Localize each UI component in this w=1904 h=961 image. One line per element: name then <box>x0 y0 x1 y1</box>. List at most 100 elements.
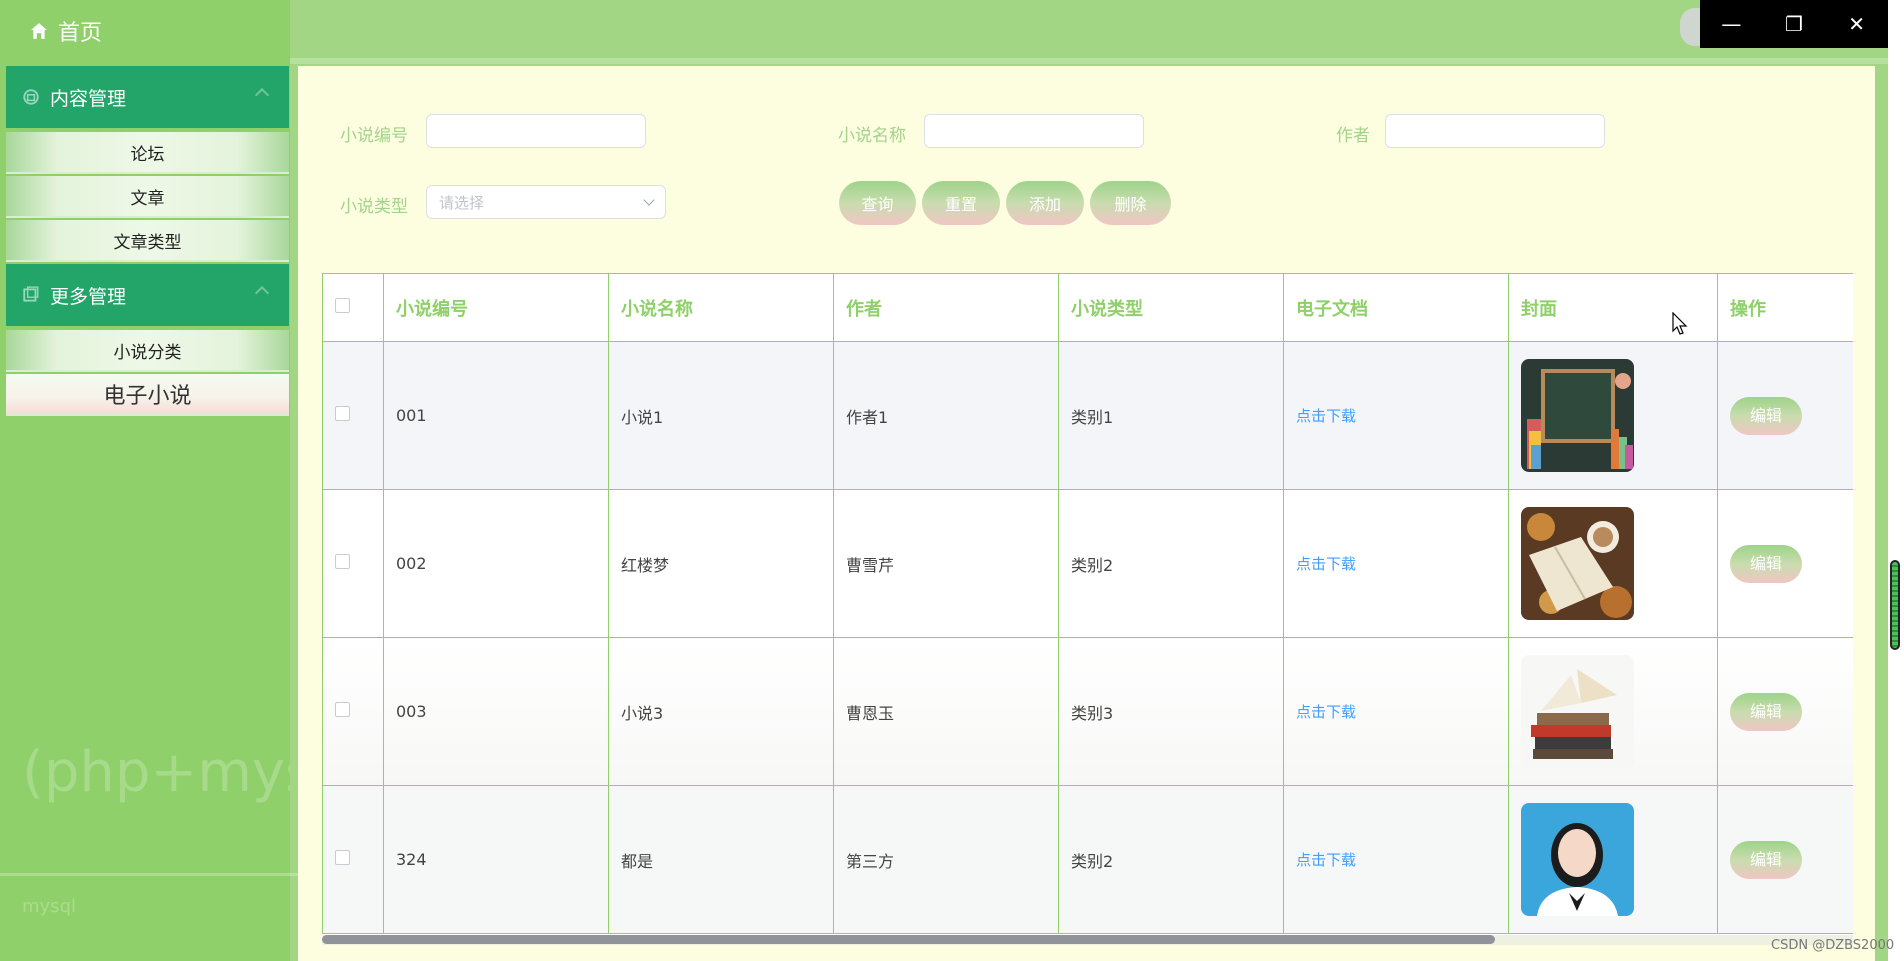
row-checkbox-cell <box>322 785 384 934</box>
sidebar-item-forum[interactable]: 论坛 <box>6 132 289 174</box>
edit-button[interactable]: 编辑 <box>1730 544 1802 583</box>
chevron-up-icon <box>254 87 270 103</box>
chevron-down-icon <box>643 194 655 206</box>
mouse-cursor-icon <box>1672 312 1688 335</box>
cell-document: 点击下载 <box>1283 785 1509 934</box>
cell-novel-type: 类别3 <box>1058 637 1284 786</box>
cell-author: 曹恩玉 <box>833 637 1059 786</box>
more-manage-icon <box>23 286 39 302</box>
table-row[interactable]: 324 都是 第三方 类别2 点击下载 编辑 <box>322 785 1853 934</box>
cell-novel-name: 红楼梦 <box>608 489 834 638</box>
menu-group-content[interactable]: 内容管理 <box>6 66 289 128</box>
cell-novel-type: 类别1 <box>1058 341 1284 490</box>
top-bar-divider <box>290 58 1904 64</box>
column-header[interactable]: 小说类型 <box>1058 273 1284 342</box>
window-edge <box>1888 0 1904 961</box>
add-button[interactable]: 添加 <box>1006 181 1084 225</box>
cell-action: 编辑 <box>1717 341 1853 490</box>
window-controls: — ❐ ✕ <box>1700 0 1888 48</box>
sidebar-item-article[interactable]: 文章 <box>6 176 289 218</box>
vertical-scrollbar[interactable] <box>1890 560 1900 650</box>
cover-image <box>1521 803 1634 916</box>
cell-cover <box>1508 637 1718 786</box>
column-header[interactable]: 电子文档 <box>1283 273 1509 342</box>
cover-image <box>1521 359 1634 472</box>
column-header[interactable]: 小说编号 <box>383 273 609 342</box>
download-link[interactable]: 点击下载 <box>1296 407 1356 425</box>
cell-novel-id: 001 <box>383 341 609 490</box>
novel-type-select[interactable]: 请选择 <box>426 185 666 219</box>
cell-novel-id: 002 <box>383 489 609 638</box>
table-row[interactable]: 001 小说1 作者1 类别1 点击下载 编辑 <box>322 341 1853 490</box>
table-row[interactable]: 002 红楼梦 曹雪芹 类别2 点击下载 编辑 <box>322 489 1853 638</box>
cell-action: 编辑 <box>1717 489 1853 638</box>
edit-button[interactable]: 编辑 <box>1730 692 1802 731</box>
novel-name-label: 小说名称 <box>838 126 906 146</box>
download-link[interactable]: 点击下载 <box>1296 851 1356 869</box>
menu-group-label: 更多管理 <box>50 285 127 308</box>
row-checkbox[interactable] <box>335 850 350 865</box>
download-link[interactable]: 点击下载 <box>1296 555 1356 573</box>
edit-button[interactable]: 编辑 <box>1730 840 1802 879</box>
home-icon <box>31 23 47 39</box>
cell-novel-name: 小说1 <box>608 341 834 490</box>
edit-button[interactable]: 编辑 <box>1730 396 1802 435</box>
row-checkbox[interactable] <box>335 406 350 421</box>
novel-table: 小说编号 小说名称 作者 小说类型 电子文档 封面 操作 001 小说1 作者1… <box>322 273 1853 935</box>
cell-cover <box>1508 785 1718 934</box>
cell-document: 点击下载 <box>1283 489 1509 638</box>
menu-group-more[interactable]: 更多管理 <box>6 264 289 326</box>
novel-type-label: 小说类型 <box>340 197 408 217</box>
cell-document: 点击下载 <box>1283 637 1509 786</box>
sidebar-item-article-type[interactable]: 文章类型 <box>6 220 289 262</box>
content-manage-icon <box>23 89 39 105</box>
cell-novel-type: 类别2 <box>1058 489 1284 638</box>
cell-novel-id: 324 <box>383 785 609 934</box>
row-checkbox[interactable] <box>335 702 350 717</box>
author-label: 作者 <box>1336 126 1370 146</box>
cell-novel-id: 003 <box>383 637 609 786</box>
row-checkbox-cell <box>322 341 384 490</box>
novel-type-placeholder: 请选择 <box>439 193 485 212</box>
select-all-cell <box>322 273 384 342</box>
column-header[interactable]: 作者 <box>833 273 1059 342</box>
column-header[interactable]: 操作 <box>1717 273 1853 342</box>
sidebar-item-novel-category[interactable]: 小说分类 <box>6 330 289 372</box>
reset-button[interactable]: 重置 <box>922 181 1000 225</box>
cell-author: 作者1 <box>833 341 1059 490</box>
restore-button[interactable]: ❐ <box>1763 0 1826 48</box>
menu-group-label: 内容管理 <box>50 87 127 110</box>
row-checkbox-cell <box>322 637 384 786</box>
table-header-row: 小说编号 小说名称 作者 小说类型 电子文档 封面 操作 <box>322 273 1853 342</box>
column-header[interactable]: 小说名称 <box>608 273 834 342</box>
sidebar-home[interactable]: 首页 <box>0 0 290 62</box>
novel-name-input[interactable] <box>924 114 1144 148</box>
cell-cover <box>1508 489 1718 638</box>
cell-author: 曹雪芹 <box>833 489 1059 638</box>
chevron-up-icon <box>254 285 270 301</box>
cover-image <box>1521 655 1634 768</box>
sidebar: 首页 内容管理 论坛 文章 文章类型 更多管理 小说分类 电子小说 (php+m… <box>0 0 290 961</box>
watermark: CSDN @DZBS2000 <box>1771 938 1895 953</box>
table-row[interactable]: 003 小说3 曹恩玉 类别3 点击下载 编辑 <box>322 637 1853 786</box>
home-label: 首页 <box>58 21 103 46</box>
cell-novel-type: 类别2 <box>1058 785 1284 934</box>
minimize-button[interactable]: — <box>1700 0 1763 48</box>
top-bar <box>290 0 1904 58</box>
download-link[interactable]: 点击下载 <box>1296 703 1356 721</box>
query-button[interactable]: 查询 <box>839 181 916 225</box>
row-checkbox[interactable] <box>335 554 350 569</box>
novel-id-input[interactable] <box>426 114 646 148</box>
cell-cover <box>1508 341 1718 490</box>
cell-action: 编辑 <box>1717 637 1853 786</box>
cell-action: 编辑 <box>1717 785 1853 934</box>
delete-button[interactable]: 删除 <box>1090 181 1171 225</box>
author-input[interactable] <box>1385 114 1605 148</box>
close-button[interactable]: ✕ <box>1825 0 1888 48</box>
select-all-checkbox[interactable] <box>335 298 350 313</box>
cell-author: 第三方 <box>833 785 1059 934</box>
sidebar-item-ebook[interactable]: 电子小说 <box>6 374 289 416</box>
overlay-text: (php+mysql <box>22 740 290 805</box>
horizontal-scrollbar-thumb[interactable] <box>322 935 1495 944</box>
cell-novel-name: 小说3 <box>608 637 834 786</box>
